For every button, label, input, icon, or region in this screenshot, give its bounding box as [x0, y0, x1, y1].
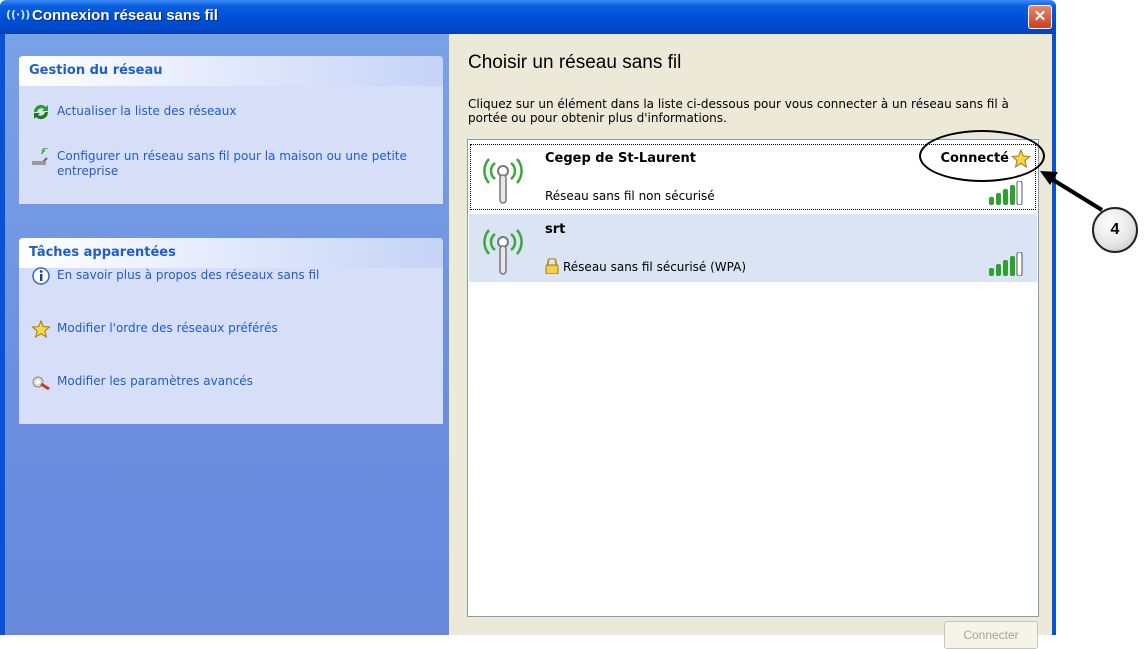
star-icon — [31, 320, 51, 338]
annotation-number: 4 — [1092, 207, 1138, 253]
network-item-srt[interactable]: srt Réseau sans fil sécurisé (WPA) — [469, 214, 1037, 282]
settings-icon — [32, 376, 50, 391]
setup-network-label: Configurer un réseau sans fil pour la ma… — [57, 149, 407, 178]
network-name: Cegep de St-Laurent — [545, 151, 696, 166]
preferred-order-task[interactable]: Modifier l'ordre des réseaux préférés — [29, 320, 433, 338]
signal-strength-icon — [989, 252, 1023, 276]
connect-button[interactable]: Connecter — [944, 621, 1038, 649]
network-tasks-group: Gestion du réseau Actualiser la liste de… — [19, 56, 443, 204]
info-icon — [32, 267, 50, 285]
network-tasks-heading[interactable]: Gestion du réseau — [19, 56, 443, 86]
network-security: Réseau sans fil sécurisé (WPA) — [563, 260, 747, 274]
advanced-settings-label: Modifier les paramètres avancés — [57, 374, 253, 388]
signal-strength-icon — [989, 181, 1023, 205]
preferred-order-label: Modifier l'ordre des réseaux préférés — [57, 321, 278, 335]
close-button[interactable]: ✕ — [1028, 5, 1052, 29]
annotation-highlight — [919, 130, 1045, 182]
network-security: Réseau sans fil non sécurisé — [545, 189, 715, 203]
title-bar[interactable]: ((·)) Connexion réseau sans fil ✕ — [0, 0, 1056, 34]
setup-network-task[interactable]: Configurer un réseau sans fil pour la ma… — [29, 148, 417, 179]
page-title: Choisir un réseau sans fil — [468, 52, 682, 73]
network-list[interactable]: Cegep de St-Laurent Connecté Réseau sans… — [467, 139, 1039, 617]
learn-more-label: En savoir plus à propos des réseaux sans… — [57, 268, 320, 282]
related-tasks-heading[interactable]: Tâches apparentées — [19, 238, 443, 268]
refresh-icon — [33, 104, 49, 120]
wireless-connection-window: ((·)) Connexion réseau sans fil ✕ Gestio… — [0, 0, 1056, 649]
window-title: Connexion réseau sans fil — [32, 7, 218, 24]
refresh-networks-label: Actualiser la liste des réseaux — [57, 104, 237, 118]
learn-more-task[interactable]: En savoir plus à propos des réseaux sans… — [29, 267, 433, 285]
network-name: srt — [545, 222, 566, 237]
task-pane: Gestion du réseau Actualiser la liste de… — [5, 34, 449, 635]
wireless-network-icon — [483, 229, 523, 275]
wireless-setup-icon — [32, 148, 49, 165]
refresh-networks-task[interactable]: Actualiser la liste des réseaux — [29, 104, 433, 120]
lock-icon — [545, 258, 559, 274]
wireless-icon: ((·)) — [6, 8, 31, 21]
related-tasks-group: Tâches apparentées En savoir plus à prop… — [19, 238, 443, 424]
instructions-text: Cliquez sur un élément dans la liste ci-… — [468, 97, 1009, 125]
window-border-right — [1052, 34, 1056, 635]
wireless-network-icon — [483, 158, 523, 204]
advanced-settings-task[interactable]: Modifier les paramètres avancés — [29, 374, 433, 391]
close-icon: ✕ — [1033, 8, 1047, 25]
main-content: Choisir un réseau sans fil Cliquez sur u… — [449, 34, 1052, 649]
